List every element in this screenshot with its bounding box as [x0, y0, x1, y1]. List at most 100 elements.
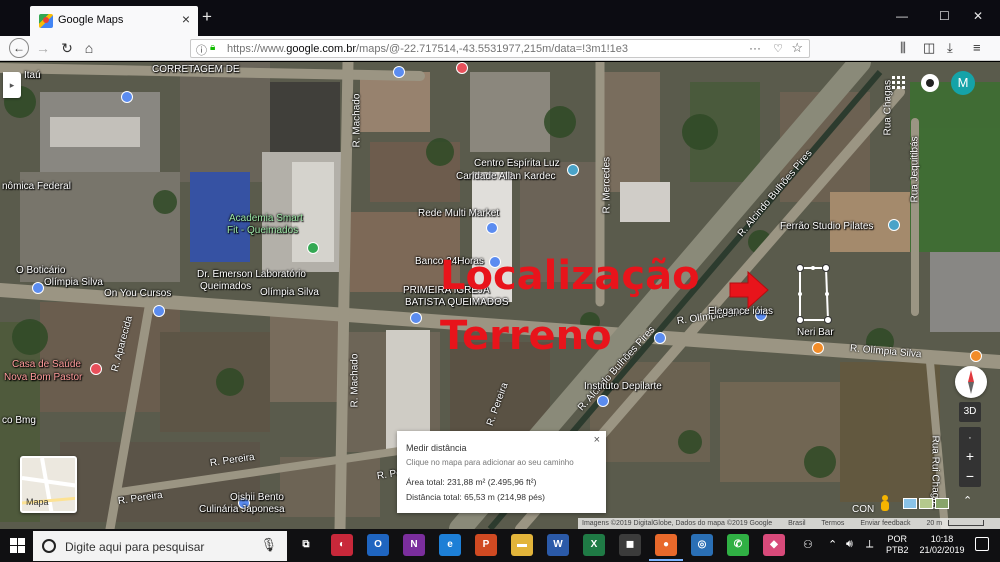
close-window-button[interactable]: ✕	[973, 10, 983, 22]
task-view-taskbar-icon[interactable]: ⧉	[295, 534, 317, 556]
taskbar-clock[interactable]: 10:18 21/02/2019	[918, 534, 966, 556]
region-link[interactable]: Brasil	[788, 520, 806, 527]
forward-arrow-icon[interactable]: →	[34, 39, 52, 57]
place-label[interactable]: Nova Bom Pastor	[4, 372, 82, 383]
account-avatar[interactable]: M	[951, 71, 975, 95]
notifications-icon[interactable]	[921, 74, 939, 92]
tab-close-icon[interactable]: ×	[182, 12, 190, 26]
back-arrow-icon[interactable]: ←	[9, 38, 29, 58]
poi-pin-icon[interactable]	[567, 164, 579, 176]
whatsapp-taskbar-icon[interactable]: ✆	[727, 534, 749, 556]
place-label[interactable]: Rede Multi Market	[418, 208, 499, 219]
tray-chevron-icon[interactable]: ⌃	[828, 538, 837, 551]
place-label[interactable]: Casa de Saúde	[12, 359, 81, 370]
store-taskbar-icon[interactable]: ◼	[619, 534, 641, 556]
poi-pin-icon[interactable]	[32, 282, 44, 294]
pocket-icon[interactable]: ♡	[773, 42, 783, 55]
poi-pin-icon[interactable]	[456, 62, 468, 74]
zoom-in-button[interactable]: +	[959, 447, 981, 465]
terms-link[interactable]: Termos	[821, 520, 844, 527]
place-label[interactable]: Instituto Depilarte	[584, 381, 662, 392]
place-label[interactable]: Oishii Bento	[230, 492, 284, 503]
taskbar-search-box[interactable]: Digite aqui para pesquisar 🎙︎	[33, 531, 287, 561]
poi-pin-icon[interactable]	[970, 350, 982, 362]
sidebar-icon[interactable]: ◫	[923, 40, 935, 56]
page-actions-icon[interactable]: ···	[749, 41, 761, 55]
expand-icon[interactable]: ⌃	[963, 494, 972, 507]
app-red-taskbar-icon[interactable]: ◐	[331, 534, 353, 556]
zoom-out-button[interactable]: −	[959, 467, 981, 485]
place-label[interactable]: co Bmg	[2, 415, 36, 426]
place-label[interactable]: Queimados	[200, 281, 251, 292]
windows-start-icon[interactable]	[10, 538, 25, 553]
poi-pin-icon[interactable]	[597, 395, 609, 407]
url-bar[interactable]: ⓘ 🔒︎ https://www.google.com.br/maps/@-22…	[190, 39, 810, 58]
place-label[interactable]: Fit - Queimados	[227, 225, 298, 236]
tab-google-maps[interactable]: Google Maps ×	[30, 6, 198, 36]
excel-taskbar-icon[interactable]: X	[583, 534, 605, 556]
scale-label[interactable]: 20 m	[926, 520, 942, 527]
explorer-taskbar-icon[interactable]: ▬	[511, 534, 533, 556]
powerpoint-taskbar-icon[interactable]: P	[475, 534, 497, 556]
poi-pin-icon[interactable]	[393, 66, 405, 78]
hospital-pin-icon[interactable]	[90, 363, 102, 375]
maximize-button[interactable]: ☐	[939, 10, 950, 22]
map-layer-switcher[interactable]: Mapa	[20, 456, 77, 513]
feedback-link[interactable]: Enviar feedback	[860, 520, 910, 527]
download-icon[interactable]: ⤓	[947, 40, 953, 56]
microphone-icon[interactable]: 🎙︎	[260, 537, 277, 553]
app-ring-taskbar-icon[interactable]: ◎	[691, 534, 713, 556]
place-label[interactable]: Ferrão Studio Pilates	[780, 221, 873, 232]
poi-pin-icon[interactable]	[410, 312, 422, 324]
place-label[interactable]: Centro Espírita Luz	[474, 158, 560, 169]
place-label[interactable]: Dr. Emerson Laboratório	[197, 269, 306, 280]
place-label[interactable]: O Boticário	[16, 265, 65, 276]
poi-pin-icon[interactable]	[121, 91, 133, 103]
poi-pin-icon[interactable]	[307, 242, 319, 254]
imagery-thumbnails[interactable]	[903, 498, 949, 510]
sidebar-toggle-button[interactable]: ▸	[3, 72, 21, 98]
library-icon[interactable]: ⫼	[900, 40, 906, 56]
url-text[interactable]: https://www.google.com.br/maps/@-22.7175…	[227, 43, 628, 55]
home-icon[interactable]: ⌂	[80, 39, 98, 57]
poi-pin-icon[interactable]	[888, 219, 900, 231]
place-label[interactable]: Olímpia Silva	[260, 287, 319, 298]
place-label[interactable]: Culinária Japonesa	[199, 504, 285, 515]
street-view-pegman-icon[interactable]	[879, 495, 891, 511]
people-icon[interactable]: ⚇	[803, 538, 813, 551]
place-label[interactable]: Academia Smart	[229, 213, 303, 224]
volume-icon[interactable]: 🔊︎	[846, 538, 853, 551]
action-center-icon[interactable]	[975, 537, 989, 551]
minimize-button[interactable]: —	[896, 10, 908, 22]
toggle-3d-button[interactable]: 3D	[959, 402, 981, 422]
bookmark-star-icon[interactable]: ☆	[791, 40, 803, 56]
input-language[interactable]: POR PTB2	[886, 534, 909, 556]
word-taskbar-icon[interactable]: W	[547, 534, 569, 556]
place-label[interactable]: Neri Bar	[797, 327, 834, 338]
menu-icon[interactable]: ≡	[973, 40, 981, 56]
new-tab-button[interactable]: +	[202, 8, 212, 25]
place-label[interactable]: Itaú	[24, 70, 41, 81]
place-label[interactable]: Caridade Allan Kardec	[456, 171, 556, 182]
place-label[interactable]: CORRETAGEM DE	[152, 64, 240, 75]
compass-icon[interactable]	[955, 366, 987, 398]
network-icon[interactable]: ⟂	[866, 538, 873, 551]
place-label[interactable]: On You Cursos	[104, 288, 171, 299]
onenote-taskbar-icon[interactable]: N	[403, 534, 425, 556]
satellite-map[interactable]: R. Machado R. Machado R. Mercedes R. Alc…	[0, 62, 1000, 529]
reload-icon[interactable]: ↻	[58, 39, 76, 57]
edge-taskbar-icon[interactable]: e	[439, 534, 461, 556]
scale-bar[interactable]	[948, 520, 984, 526]
poi-pin-icon[interactable]	[812, 342, 824, 354]
google-apps-icon[interactable]	[892, 76, 906, 90]
place-label[interactable]: nômica Federal	[2, 181, 71, 192]
shopping-cart-pin-icon[interactable]	[486, 222, 498, 234]
close-icon[interactable]: ×	[594, 434, 600, 446]
shopping-cart-pin-icon[interactable]	[654, 332, 666, 344]
place-label[interactable]: Olímpia Silva	[44, 277, 103, 288]
info-icon[interactable]: ⓘ	[196, 42, 207, 58]
firefox-taskbar-icon[interactable]: ●	[649, 534, 683, 561]
outlook-taskbar-icon[interactable]: O	[367, 534, 389, 556]
lock-icon[interactable]: 🔒︎	[210, 42, 215, 53]
poi-pin-icon[interactable]	[153, 305, 165, 317]
